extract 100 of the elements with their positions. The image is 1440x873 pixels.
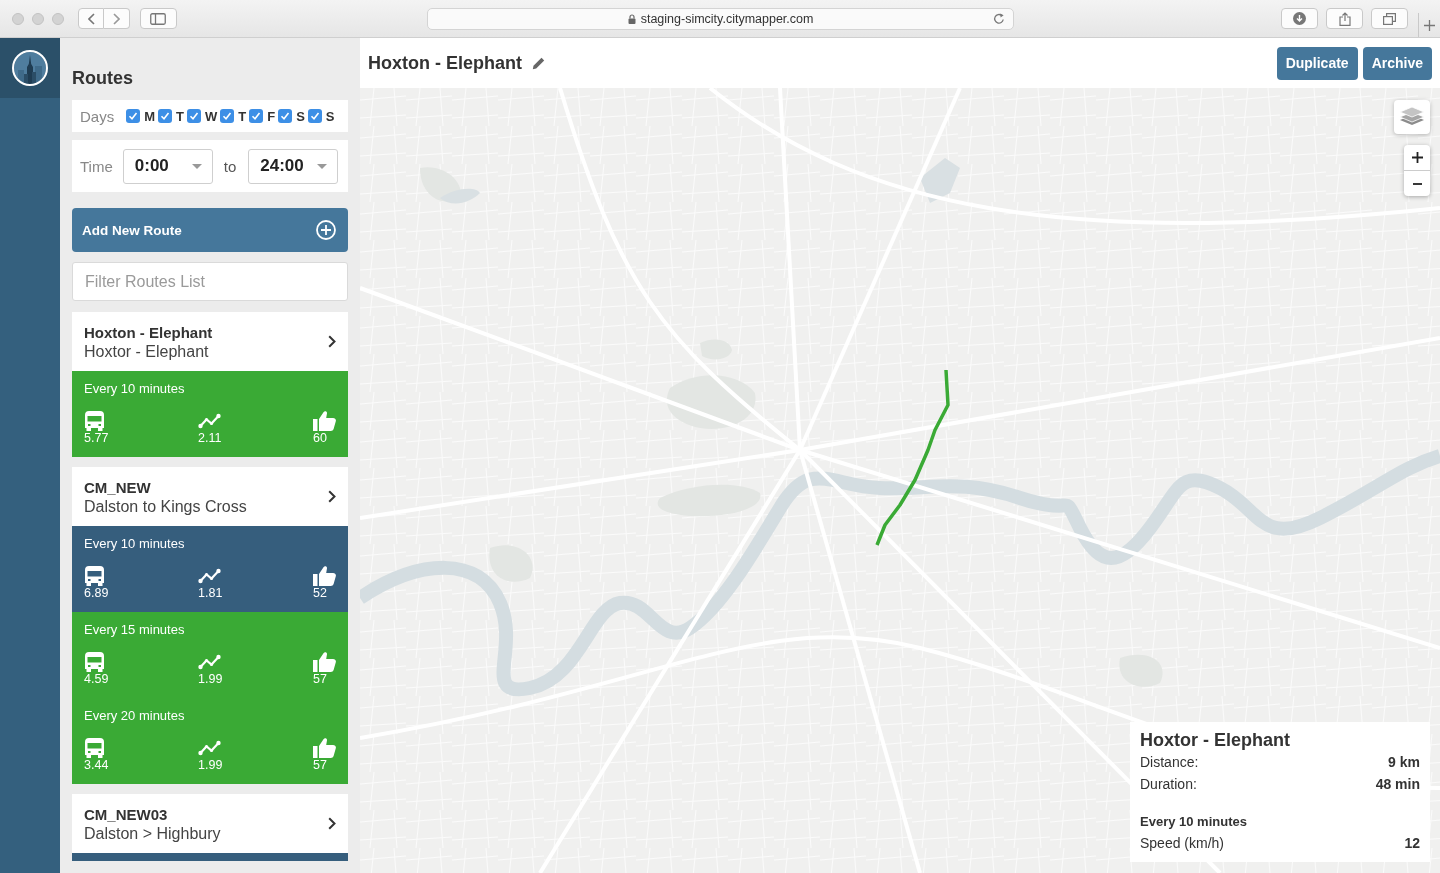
bus-icon (84, 652, 105, 672)
forward-button[interactable] (104, 8, 130, 29)
pencil-icon[interactable] (532, 56, 545, 70)
logo-icon[interactable] (12, 50, 48, 86)
info-value: 12 (1404, 834, 1420, 853)
trend-line-icon (198, 652, 221, 672)
header-action-button[interactable]: Duplicate (1276, 46, 1358, 80)
trend-line-icon (198, 411, 221, 431)
route-title: Hoxton - Elephant (368, 52, 522, 74)
address-bar[interactable]: staging-simcity.citymapper.com (426, 7, 1015, 30)
stat-value: 3.44 (84, 758, 109, 772)
download-icon (1293, 12, 1307, 25)
day-checkbox[interactable] (158, 109, 173, 123)
day-label: T (238, 108, 247, 124)
sidebar-icon (150, 12, 167, 25)
add-route-button[interactable]: Add New Route (72, 208, 348, 252)
url-text: staging-simcity.citymapper.com (640, 11, 814, 26)
reload-icon[interactable] (993, 12, 1006, 25)
day-checkbox[interactable] (307, 109, 322, 123)
info-label: Speed (km/h) (1140, 834, 1225, 853)
day-checkbox[interactable] (278, 109, 293, 123)
bus-icon (84, 411, 105, 431)
info-label: Distance: (1140, 753, 1199, 772)
thumbs-up-icon (313, 411, 336, 431)
minus-icon (1412, 182, 1422, 185)
plus-circle-icon (316, 220, 336, 240)
layers-icon (1399, 106, 1425, 128)
stat-value: 1.99 (198, 758, 223, 772)
info-frequency: Every 10 minutes (1140, 813, 1248, 831)
day-label: F (267, 108, 276, 124)
stat-value: 2.11 (198, 431, 222, 445)
route-item[interactable]: CM_NEW Dalston to Kings Cross (72, 467, 348, 526)
info-value: 9 km (1388, 753, 1420, 772)
day-label: S (296, 108, 305, 124)
frequency-label: Every 10 minutes (84, 381, 186, 397)
stat-value: 60 (313, 431, 327, 445)
thumbs-up-icon (313, 566, 336, 586)
layers-button[interactable] (1394, 100, 1430, 134)
stat-value: 4.59 (84, 672, 109, 686)
day-label: W (205, 108, 218, 124)
downloads-button[interactable] (1281, 8, 1319, 29)
day-label: T (176, 108, 184, 124)
tabs-icon (1383, 12, 1397, 25)
day-checkbox[interactable] (187, 109, 201, 123)
start-time-select[interactable]: 0:00 (122, 148, 213, 184)
filter-field[interactable]: Filter Routes List (72, 262, 348, 301)
bus-icon (84, 566, 105, 586)
trend-line-icon (198, 566, 221, 586)
lock-icon (627, 13, 636, 24)
tabs-overview-button[interactable] (1371, 8, 1409, 29)
sidebar-toggle-button[interactable] (140, 8, 177, 29)
thumbs-up-icon (313, 738, 336, 758)
chevron-left-icon (87, 12, 95, 25)
day-checkbox[interactable] (220, 109, 235, 123)
frequency-label: Every 10 minutes (84, 536, 186, 552)
day-label: S (325, 108, 335, 124)
sidebar-title: Routes (72, 67, 134, 89)
days-label: Days (80, 107, 115, 125)
route-name: Hoxton - Elephant (84, 322, 213, 342)
stat-value: 6.89 (84, 586, 109, 600)
stat-value: 57 (313, 758, 327, 772)
stat-value: 1.99 (198, 672, 223, 686)
share-button[interactable] (1326, 8, 1364, 29)
route-description: Hoxtor - Elephant (84, 341, 210, 361)
trend-line-icon (198, 738, 221, 758)
day-checkbox[interactable] (126, 109, 141, 123)
route-description: Dalston > Highbury (84, 823, 221, 843)
info-label: Duration: (1140, 775, 1197, 794)
time-label: Time (80, 157, 113, 175)
caret-down-icon (317, 163, 328, 169)
thumbs-up-icon (313, 652, 336, 672)
share-icon (1338, 11, 1351, 26)
stat-value: 57 (313, 672, 327, 686)
stat-value: 1.81 (198, 586, 223, 600)
route-item[interactable]: CM_NEW03 Dalston > Highbury (72, 794, 348, 853)
chevron-right-icon (328, 335, 336, 348)
end-time-select[interactable]: 24:00 (248, 148, 339, 184)
plus-icon (1411, 152, 1423, 163)
frequency-label: Every 20 minutes (84, 708, 186, 724)
back-button[interactable] (78, 8, 104, 29)
time-separator: to (223, 157, 237, 175)
frequency-label: Every 15 minutes (84, 622, 186, 638)
stat-value: 52 (313, 586, 327, 600)
frequency-panel[interactable]: Every 10 minutes 6.89 1.81 52 (72, 526, 348, 612)
chevron-right-icon (328, 817, 336, 830)
plus-icon (1424, 19, 1435, 31)
info-title: Hoxtor - Elephant (1140, 729, 1291, 751)
header-action-button[interactable]: Archive (1362, 46, 1432, 80)
chevron-right-icon (113, 12, 120, 25)
info-value: 48 min (1375, 775, 1420, 794)
chevron-right-icon (328, 490, 336, 503)
route-description: Dalston to Kings Cross (84, 496, 247, 516)
caret-down-icon (191, 163, 202, 169)
bus-icon (84, 738, 105, 758)
route-item[interactable]: Hoxton - Elephant Hoxtor - Elephant (72, 312, 348, 371)
route-name: CM_NEW03 (84, 804, 169, 824)
route-name: CM_NEW (84, 477, 152, 497)
stat-value: 5.77 (84, 431, 109, 445)
route-line[interactable] (875, 369, 950, 546)
day-checkbox[interactable] (249, 109, 264, 123)
